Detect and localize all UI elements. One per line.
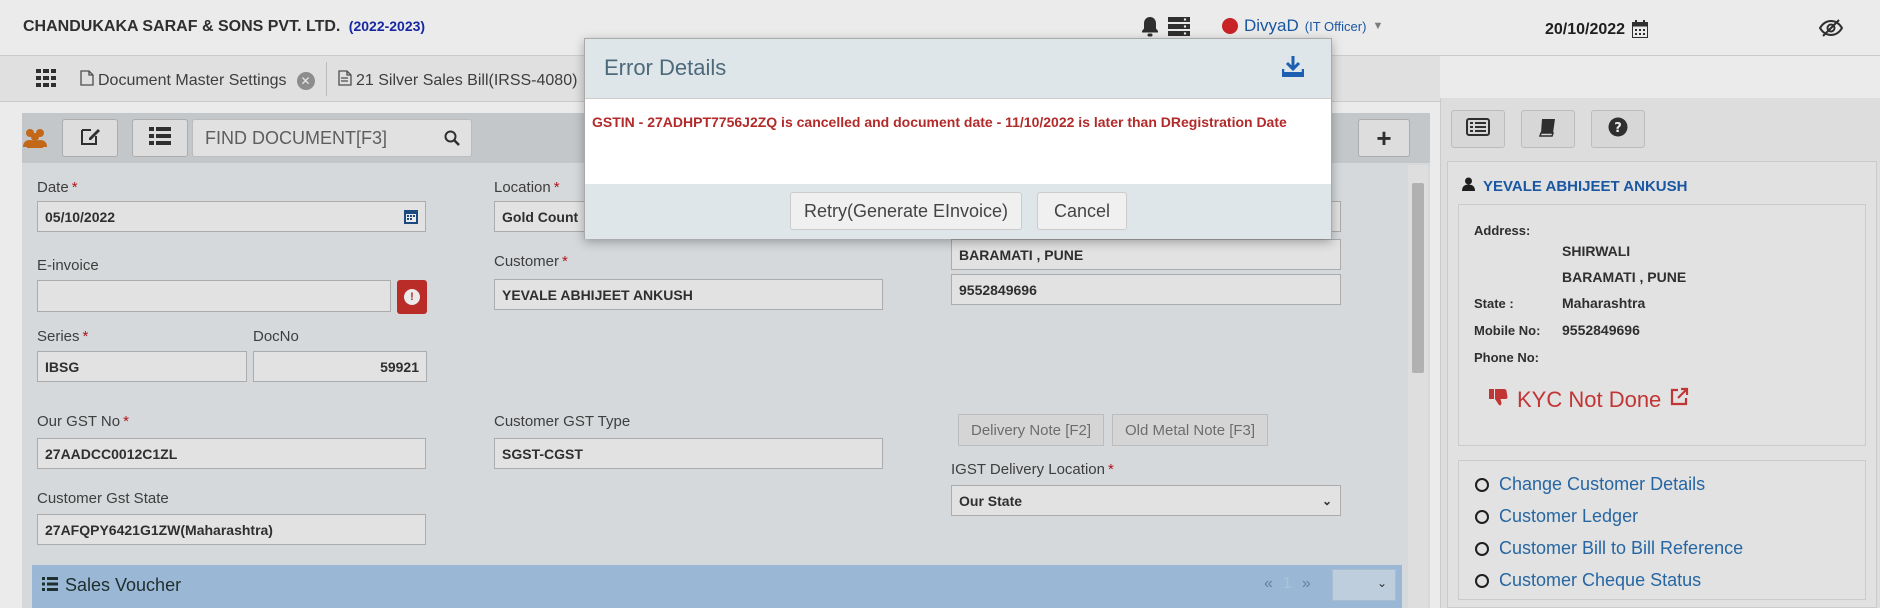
retry-generate-einvoice-button[interactable]: Retry(Generate EInvoice) bbox=[790, 192, 1022, 230]
dialog-title: Error Details bbox=[604, 55, 727, 80]
error-details-dialog: Error Details GSTIN - 27ADHPT7756J2ZQ is… bbox=[584, 38, 1332, 239]
dialog-footer: Retry(Generate EInvoice) Cancel bbox=[585, 184, 1331, 239]
dialog-header: Error Details bbox=[585, 39, 1331, 99]
error-message: GSTIN - 27ADHPT7756J2ZQ is cancelled and… bbox=[585, 99, 1331, 184]
cancel-button[interactable]: Cancel bbox=[1037, 192, 1127, 230]
download-icon[interactable] bbox=[1281, 55, 1305, 81]
